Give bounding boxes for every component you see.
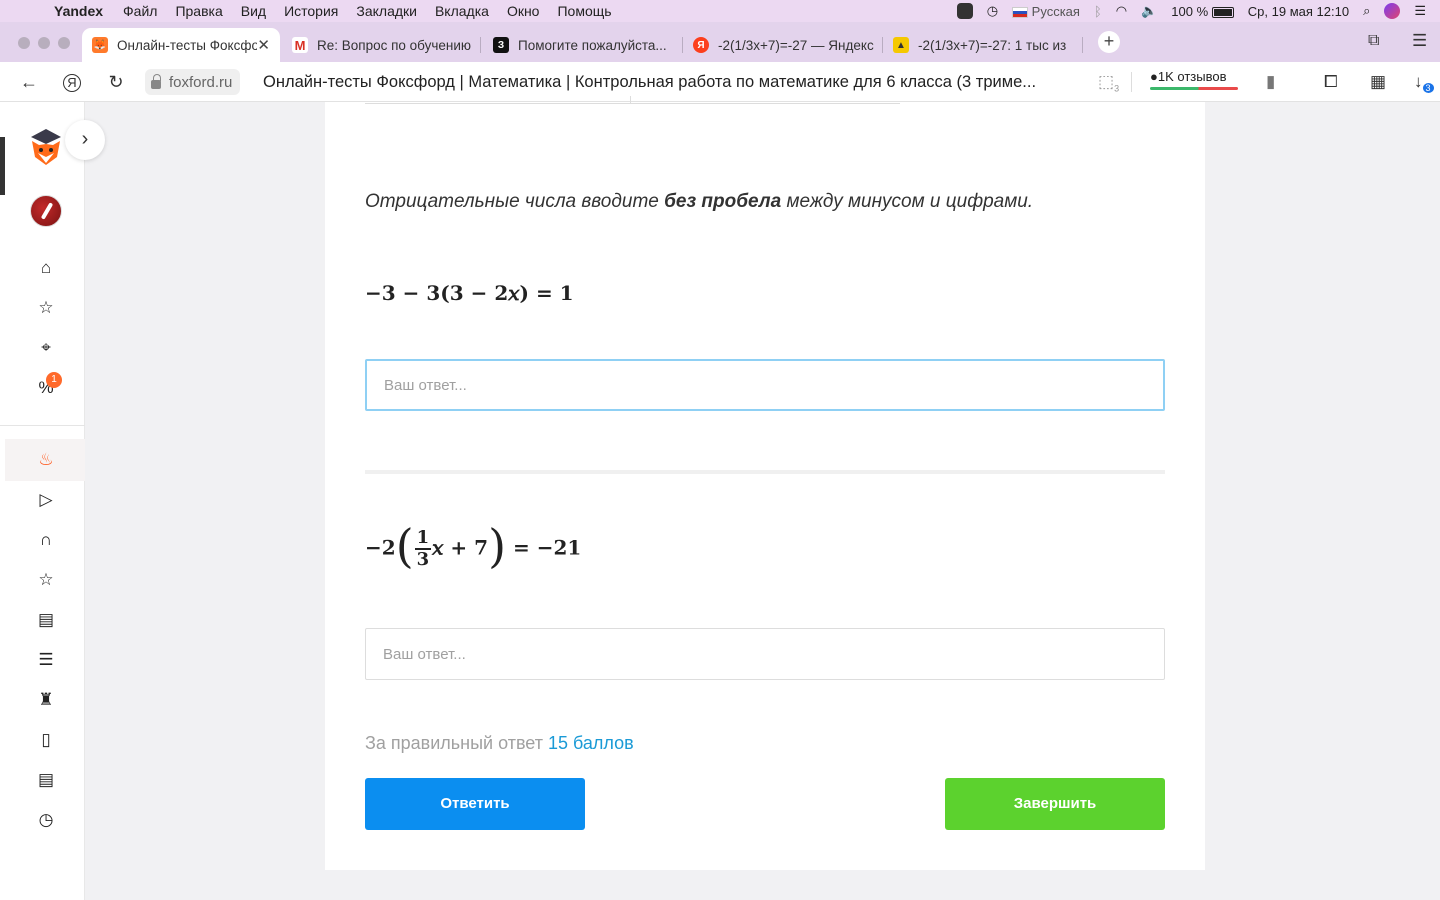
left-sidebar: › ⌂ ☆ ⌖ % 1 ♨ ▷ ∩ ☆ ▤ ☰ ♜ ▯ ▤ ◷ xyxy=(0,102,105,900)
browser-menu-icon[interactable]: ☰ xyxy=(1412,31,1427,51)
foxford-logo-icon[interactable] xyxy=(29,127,63,167)
status-app-icon[interactable] xyxy=(956,3,973,19)
rating-bar xyxy=(1150,87,1238,90)
clock-icon[interactable]: ◷ xyxy=(35,809,57,831)
gmail-favicon-icon: M xyxy=(292,37,308,53)
tab-foxford[interactable]: 🦊 Онлайн-тесты Фоксфорд ✕ xyxy=(82,28,280,62)
window-minimize-button[interactable] xyxy=(38,37,50,49)
trophy-icon[interactable]: ♜ xyxy=(35,689,57,711)
window-zoom-button[interactable] xyxy=(58,37,70,49)
window-close-button[interactable] xyxy=(18,37,30,49)
instruction-text: Отрицательные числа вводите без пробела … xyxy=(365,191,1034,212)
headphones-icon[interactable]: ∩ xyxy=(35,529,57,551)
menu-history[interactable]: История xyxy=(284,3,338,19)
sidebar-divider xyxy=(0,425,85,426)
bluetooth-icon[interactable]: ᛒ xyxy=(1094,4,1102,19)
macos-menu-bar: Yandex Файл Правка Вид История Закладки … xyxy=(0,0,1440,22)
list-icon[interactable]: ☰ xyxy=(35,649,57,671)
points-info: За правильный ответ 15 баллов xyxy=(365,733,634,753)
avatar[interactable] xyxy=(30,195,62,227)
question-divider xyxy=(365,470,1165,474)
russia-flag-icon xyxy=(1012,6,1029,18)
tab-yandex-search[interactable]: Я -2(1/3x+7)=-27 — Яндекс xyxy=(683,28,877,62)
answer-input-2[interactable] xyxy=(365,628,1165,680)
play-icon[interactable]: ▷ xyxy=(35,489,57,511)
spotlight-search-icon[interactable]: ⌕ xyxy=(1363,3,1370,19)
answer-button[interactable]: Ответить xyxy=(365,778,585,830)
expand-sidebar-button[interactable]: › xyxy=(65,120,105,160)
reviews-button[interactable]: ●1K отзывов xyxy=(1150,69,1238,90)
tab-list-icon[interactable]: ⧉ xyxy=(1368,32,1379,50)
document-icon[interactable]: ▤ xyxy=(35,769,57,791)
app-menu[interactable]: Yandex xyxy=(54,3,103,19)
tag-icon[interactable]: ⌖ xyxy=(35,337,57,359)
tab-separator xyxy=(1082,37,1083,53)
translate-extension-icon[interactable]: ▦ xyxy=(1370,72,1386,92)
divider xyxy=(1131,72,1132,92)
siri-icon[interactable] xyxy=(1384,3,1401,19)
book-icon[interactable]: ▯ xyxy=(35,729,57,751)
time-machine-icon[interactable]: ◷ xyxy=(987,3,998,19)
menu-edit[interactable]: Правка xyxy=(175,3,222,19)
home-icon[interactable]: ⌂ xyxy=(35,257,57,279)
address-bar: ← Я ↻ foxford.ru Онлайн-тесты Фоксфорд |… xyxy=(0,62,1440,102)
back-arrow-icon[interactable]: ← xyxy=(19,72,39,93)
star-outline-icon[interactable]: ☆ xyxy=(35,569,57,591)
znanija-favicon-icon: З xyxy=(493,37,509,53)
volume-icon[interactable]: 🔈 xyxy=(1141,3,1157,19)
menu-help[interactable]: Помощь xyxy=(557,3,611,19)
tab-gmail[interactable]: M Re: Вопрос по обучению xyxy=(282,28,474,62)
close-tab-icon[interactable]: ✕ xyxy=(257,36,270,54)
menu-tab[interactable]: Вкладка xyxy=(435,3,489,19)
menu-view[interactable]: Вид xyxy=(241,3,266,19)
tab-znanija[interactable]: З Помогите пожалуйста... xyxy=(483,28,678,62)
notification-badge: 1 xyxy=(46,372,62,388)
store-icon[interactable]: ▤ xyxy=(35,609,57,631)
reload-icon[interactable]: ↻ xyxy=(106,72,126,93)
fraction: 13 xyxy=(414,527,432,570)
star-icon[interactable]: ☆ xyxy=(35,297,57,319)
downloads-icon[interactable]: ↓ 3 xyxy=(1414,72,1434,94)
site-info-pill[interactable]: foxford.ru xyxy=(145,69,241,95)
tab-separator xyxy=(480,37,481,53)
new-tab-button[interactable]: + xyxy=(1098,31,1120,53)
images-favicon-icon: ▲ xyxy=(893,37,909,53)
answer-input-1[interactable] xyxy=(365,359,1165,411)
keyboard-layout[interactable]: Русская xyxy=(1012,4,1080,19)
sidebar-accent xyxy=(0,137,5,195)
battery-status[interactable]: 100 % xyxy=(1171,4,1234,19)
menu-bookmarks[interactable]: Закладки xyxy=(356,3,417,19)
foxford-favicon-icon: 🦊 xyxy=(92,37,108,53)
datetime[interactable]: Ср, 19 мая 12:10 xyxy=(1248,4,1349,19)
tab-yandex-images[interactable]: ▲ -2(1/3x+7)=-27: 1 тыс из xyxy=(883,28,1078,62)
previous-input-edge xyxy=(365,96,900,104)
bookmark-icon[interactable]: ▮ xyxy=(1266,72,1275,92)
speech-bubble-icon: ● xyxy=(1150,69,1158,84)
yandex-home-icon[interactable]: Я xyxy=(63,74,81,92)
battery-icon xyxy=(1211,6,1234,18)
equation-2: −2(1 3 𝑥 + 7) = −21 xyxy=(365,519,582,573)
lock-icon xyxy=(151,73,161,89)
control-center-icon[interactable]: ☰ xyxy=(1414,3,1426,19)
tabs-counter-icon[interactable]: ⬚3 xyxy=(1098,72,1119,93)
collections-icon[interactable]: ⧠ xyxy=(1324,72,1338,92)
menu-window[interactable]: Окно xyxy=(507,3,540,19)
test-content-card: Отрицательные числа вводите без пробела … xyxy=(325,96,1205,870)
menu-file[interactable]: Файл xyxy=(123,3,157,19)
yandex-favicon-icon: Я xyxy=(693,37,709,53)
equation-1: −3 − 3(3 − 2𝑥) = 1 xyxy=(365,281,574,305)
browser-tab-bar: 🦊 Онлайн-тесты Фоксфорд ✕ M Re: Вопрос п… xyxy=(0,22,1440,62)
fire-icon[interactable]: ♨ xyxy=(35,449,57,471)
finish-button[interactable]: Завершить xyxy=(945,778,1165,830)
wifi-icon[interactable]: ◠ xyxy=(1116,3,1127,19)
page-title-in-address[interactable]: Онлайн-тесты Фоксфорд | Математика | Кон… xyxy=(263,73,1036,92)
